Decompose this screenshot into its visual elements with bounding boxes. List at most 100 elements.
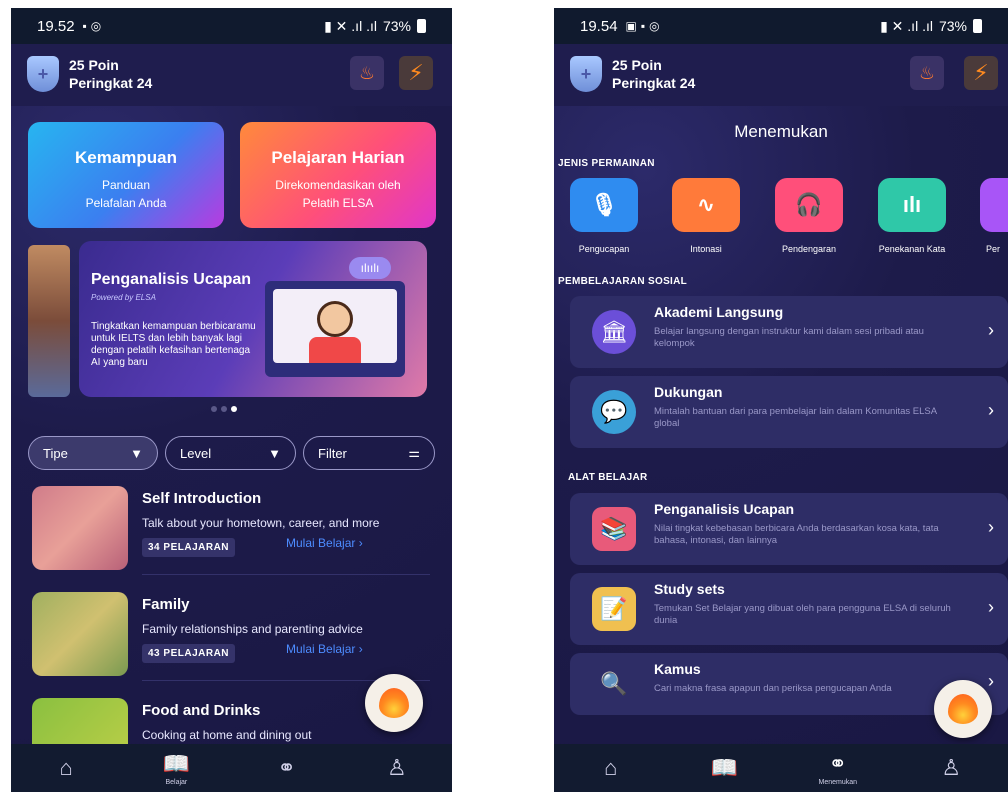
support-row[interactable]: 💬 Dukungan Mintalah bantuan dari para pe… <box>570 376 1008 448</box>
game-label: Per <box>986 244 1001 254</box>
game-label: Pengucapan <box>578 244 630 254</box>
nav-profile[interactable]: ♙ <box>342 744 452 792</box>
lesson-title: Food and Drinks <box>142 702 261 719</box>
signal-icon: ▮ ✕ .ıl .ıl <box>324 17 377 34</box>
game-label: Penekanan Kata <box>878 244 946 254</box>
lightning-icon: ⚡ <box>973 60 989 85</box>
streak-fab[interactable] <box>934 680 992 738</box>
lesson-item[interactable]: Self Introduction Talk about your hometo… <box>32 486 438 582</box>
flame-icon: ♨ <box>358 62 376 83</box>
energy-button[interactable]: ⚡ <box>399 56 433 90</box>
start-learning-link[interactable]: Mulai Belajar › <box>286 642 363 656</box>
binoculars-icon: ⚭ <box>277 755 296 780</box>
notification-icons: ▣▪◎ <box>625 19 664 33</box>
points-text: 25 Poin <box>69 57 119 73</box>
person-icon: ♙ <box>387 755 407 780</box>
bottom-nav: ⌂ 📖 ⚭ Menemukan ♙ <box>554 744 1008 792</box>
level-filter-dropdown[interactable]: Level ▼ <box>165 436 296 470</box>
filter-label: Filter <box>318 445 347 461</box>
caret-down-icon: ▼ <box>268 445 281 461</box>
flame-icon <box>948 694 978 724</box>
notification-icons: ▪◎ <box>82 19 106 33</box>
battery-icon <box>973 19 982 33</box>
section-game-types: JENIS PERMAINAN <box>558 158 655 169</box>
app-header: + 25 Poin Peringkat 24 ♨ ⚡ <box>554 44 1008 106</box>
banner-powered: Powered by ELSA <box>91 293 156 302</box>
nav-discover[interactable]: ⚭ Menemukan <box>781 744 895 792</box>
nav-discover[interactable]: ⚭ <box>232 744 342 792</box>
row-description: Belajar langsung dengan instruktur kami … <box>654 326 924 349</box>
game-intonation[interactable]: ∿ Intonasi <box>672 178 740 254</box>
academy-icon: 🏛 <box>592 310 636 354</box>
chevron-right-icon: › <box>358 536 363 550</box>
lesson-item[interactable]: Family Family relationships and parentin… <box>32 592 438 688</box>
skills-card-line1: Panduan <box>101 178 151 192</box>
home-icon: ⌂ <box>604 755 618 780</box>
laptop-illustration <box>265 281 405 377</box>
lesson-count-badge: 43 PELAJARAN <box>142 644 236 663</box>
game-word-stress[interactable]: ılı Penekanan Kata <box>878 178 946 254</box>
person-icon: ♙ <box>941 755 962 780</box>
nav-home[interactable]: ⌂ <box>554 744 668 792</box>
game-listening[interactable]: 🎧 Pendengaran <box>775 178 843 254</box>
row-description: Temukan Set Belajar yang dibuat oleh par… <box>654 603 951 626</box>
skills-card-title: Kemampuan <box>74 148 178 167</box>
binoculars-icon: ⚭ <box>828 750 847 776</box>
page-title: Menemukan <box>734 122 828 141</box>
study-sets-row[interactable]: 📝 Study sets Temukan Set Belajar yang di… <box>570 573 1008 645</box>
row-title: Akademi Langsung <box>654 304 784 320</box>
sliders-icon: ⚌ <box>408 445 420 460</box>
game-more[interactable]: Per <box>980 178 1008 254</box>
microphone-icon: 🎙 <box>570 178 638 232</box>
game-label: Intonasi <box>690 244 722 254</box>
battery-level: 73% <box>938 18 967 34</box>
start-learning-link[interactable]: Mulai Belajar › <box>286 536 363 550</box>
shield-icon: + <box>570 56 602 92</box>
chat-bubble-icon: 💬 <box>592 390 636 434</box>
row-title: Dukungan <box>654 384 723 400</box>
chevron-right-icon: › <box>988 671 994 691</box>
nav-learn[interactable]: 📖 <box>668 744 782 792</box>
daily-lesson-line2: Pelatih ELSA <box>302 196 374 210</box>
nav-home[interactable]: ⌂ <box>11 744 121 792</box>
row-title: Kamus <box>654 661 701 677</box>
lesson-description: Cooking at home and dining out <box>142 728 312 742</box>
lesson-description: Family relationships and parenting advic… <box>142 622 363 636</box>
energy-button[interactable]: ⚡ <box>964 56 998 90</box>
books-icon: 📚 <box>592 507 636 551</box>
section-tools: ALAT BELAJAR <box>568 472 648 483</box>
speech-analyzer-banner[interactable]: Penganalisis Ucapan Powered by ELSA Ting… <box>79 241 427 397</box>
skills-card[interactable]: Kemampuan Panduan Pelafalan Anda <box>28 122 224 228</box>
lightning-icon: ⚡ <box>408 60 424 85</box>
game-icon <box>980 178 1008 232</box>
status-bar: 19.52 ▪◎ ▮ ✕ .ıl .ıl 73% <box>11 8 452 44</box>
lesson-count-badge: 34 PELAJARAN <box>142 538 236 557</box>
live-academy-row[interactable]: 🏛 Akademi Langsung Belajar langsung deng… <box>570 296 1008 368</box>
lesson-thumbnail <box>32 592 128 676</box>
streak-button[interactable]: ♨ <box>350 56 384 90</box>
points-text: 25 Poin <box>612 57 662 73</box>
daily-lesson-card[interactable]: Pelajaran Harian Direkomendasikan oleh P… <box>240 122 436 228</box>
streak-fab[interactable] <box>365 674 423 732</box>
filter-button[interactable]: Filter ⚌ <box>303 436 435 470</box>
nav-profile[interactable]: ♙ <box>895 744 1008 792</box>
discover-screen: 19.54 ▣▪◎ ▮ ✕ .ıl .ıl 73% + 25 Poin Peri… <box>554 8 1008 792</box>
type-filter-label: Tipe <box>43 445 68 461</box>
chevron-right-icon: › <box>988 400 994 420</box>
daily-lesson-title: Pelajaran Harian <box>271 148 405 167</box>
skills-card-line2: Pelafalan Anda <box>85 196 167 210</box>
headphones-icon: 🎧 <box>775 178 843 232</box>
streak-button[interactable]: ♨ <box>910 56 944 90</box>
type-filter-dropdown[interactable]: Tipe ▼ <box>28 436 158 470</box>
notepad-icon: 📝 <box>592 587 636 631</box>
banner-description: Tingkatkan kemampuan berbicaramu untuk I… <box>91 321 256 368</box>
lesson-title: Family <box>142 596 190 613</box>
book-icon: 📖 <box>162 750 191 776</box>
lesson-title: Self Introduction <box>142 490 262 507</box>
speech-analyzer-row[interactable]: 📚 Penganalisis Ucapan Nilai tingkat kebe… <box>570 493 1008 565</box>
previous-banner-thumb[interactable] <box>28 245 70 397</box>
nav-learn[interactable]: 📖 Belajar <box>121 744 231 792</box>
banner-title: Penganalisis Ucapan <box>91 271 252 288</box>
chevron-right-icon: › <box>358 642 363 656</box>
game-pronunciation[interactable]: 🎙 Pengucapan <box>570 178 638 254</box>
